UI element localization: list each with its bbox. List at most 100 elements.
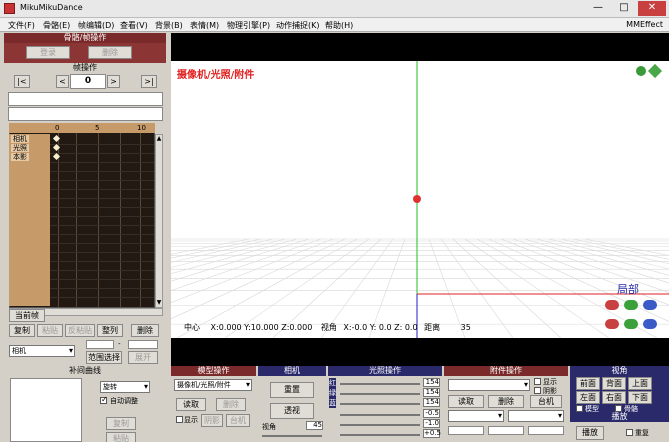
- model-delete-button[interactable]: 删除: [216, 398, 246, 411]
- light-z-slider[interactable]: [340, 434, 420, 436]
- frame-number-input[interactable]: 0: [70, 74, 106, 89]
- view-top-button[interactable]: 上面: [628, 377, 652, 390]
- auto-adjust-checkbox[interactable]: ✓: [100, 395, 108, 404]
- menu-file[interactable]: 文件(F): [8, 20, 35, 31]
- fov-value[interactable]: 45: [306, 421, 323, 430]
- register-button[interactable]: 登录: [26, 46, 70, 59]
- timeline-scrollbar[interactable]: ▲ ▼: [155, 134, 163, 308]
- close-icon[interactable]: ✕: [638, 1, 666, 16]
- green-slider[interactable]: [340, 393, 420, 395]
- light-panel-header: 光照操作: [328, 366, 442, 376]
- accessory-delete-button[interactable]: 删除: [488, 395, 524, 408]
- light-y-value[interactable]: -1.0: [423, 419, 440, 428]
- accessory-table-button[interactable]: 台机: [530, 395, 562, 408]
- accessory-bone-select[interactable]: [508, 410, 564, 422]
- 3d-viewport[interactable]: [171, 61, 669, 338]
- view-model-checkbox[interactable]: [576, 405, 583, 412]
- camera-panel-header: 相机: [258, 366, 326, 376]
- curve-paste-button[interactable]: 粘贴: [106, 432, 136, 442]
- blue-value[interactable]: 154: [423, 398, 440, 407]
- range-select-button[interactable]: 范围选择: [86, 351, 122, 364]
- model-accessory-button[interactable]: 台机: [226, 414, 250, 427]
- range-end-input[interactable]: [128, 340, 158, 349]
- paste-frame-button[interactable]: 粘贴: [37, 324, 63, 337]
- viewport-mode-label: 摄像机/光照/附件: [177, 70, 255, 81]
- fov-slider[interactable]: [262, 435, 322, 437]
- delete-bone-button[interactable]: 删除: [88, 46, 132, 59]
- next-frame-button[interactable]: >: [107, 75, 120, 88]
- bone-name-field[interactable]: [8, 92, 163, 106]
- accessory-target-select[interactable]: [448, 410, 504, 422]
- camera-select[interactable]: 相机: [9, 345, 75, 357]
- menu-physics[interactable]: 物理引擎(P): [227, 20, 270, 31]
- model-display-checkbox[interactable]: [176, 416, 183, 423]
- menu-help[interactable]: 帮助(H): [325, 20, 353, 31]
- red-value[interactable]: 154: [423, 378, 440, 387]
- red-slider[interactable]: [340, 383, 420, 385]
- maximize-icon[interactable]: □: [612, 1, 636, 16]
- menu-motion-capture[interactable]: 动作捕捉(K): [276, 20, 320, 31]
- loop-checkbox[interactable]: [626, 429, 633, 436]
- translate-z-icon[interactable]: [643, 319, 657, 329]
- light-z-value[interactable]: +0.5: [423, 429, 441, 438]
- model-shadow-button[interactable]: 阴影: [201, 414, 223, 427]
- reverse-paste-button[interactable]: 反粘贴: [65, 324, 95, 337]
- interpolation-curve-editor[interactable]: [10, 378, 82, 442]
- curve-panel: 补间曲线 旋转 ✓ 自动调整 复制 粘贴: [4, 366, 166, 442]
- delete-frame-button[interactable]: 删除: [131, 324, 159, 337]
- minimize-icon[interactable]: —: [586, 1, 610, 16]
- frame-info-field[interactable]: [8, 107, 163, 121]
- first-frame-button[interactable]: |<: [14, 75, 30, 88]
- rotate-z-icon[interactable]: [643, 300, 657, 310]
- row-label-light[interactable]: 光照: [11, 144, 29, 152]
- accessory-display-checkbox[interactable]: [534, 378, 541, 385]
- rotate-x-icon[interactable]: [605, 300, 619, 310]
- camera-perspective-button[interactable]: 透视: [270, 403, 314, 419]
- light-x-value[interactable]: -0.5: [423, 409, 440, 418]
- prev-frame-button[interactable]: <: [56, 75, 69, 88]
- translate-y-icon[interactable]: [624, 319, 638, 329]
- menu-frame-edit[interactable]: 帧编辑(D): [78, 20, 114, 31]
- menu-background[interactable]: 背景(B): [155, 20, 183, 31]
- view-left-button[interactable]: 左面: [576, 391, 600, 404]
- row-label-shadow[interactable]: 本影: [11, 153, 29, 161]
- local-mode-label[interactable]: 局部: [617, 281, 639, 297]
- curve-copy-button[interactable]: 复制: [106, 417, 136, 430]
- accessory-shadow-checkbox[interactable]: [534, 387, 541, 394]
- light-y-slider[interactable]: [340, 424, 420, 426]
- view-front-button[interactable]: 前面: [576, 377, 600, 390]
- menu-expression[interactable]: 表情(M): [190, 20, 219, 31]
- range-start-input[interactable]: [86, 340, 114, 349]
- menu-mmeffect[interactable]: MMEffect: [626, 20, 663, 29]
- model-load-button[interactable]: 读取: [176, 398, 206, 411]
- blue-slider[interactable]: [340, 403, 420, 405]
- last-frame-button[interactable]: >|: [141, 75, 157, 88]
- view-bottom-button[interactable]: 下面: [628, 391, 652, 404]
- zoom-icon[interactable]: [636, 66, 646, 76]
- accessory-select[interactable]: [448, 379, 530, 391]
- green-value[interactable]: 154: [423, 388, 440, 397]
- accessory-z-input[interactable]: [528, 426, 564, 435]
- menu-view[interactable]: 查看(V): [120, 20, 148, 31]
- camera-center-icon[interactable]: [413, 195, 421, 203]
- accessory-y-input[interactable]: [488, 426, 524, 435]
- view-right-button[interactable]: 右面: [602, 391, 626, 404]
- translate-x-icon[interactable]: [605, 319, 619, 329]
- expand-button[interactable]: 展开: [128, 351, 158, 364]
- light-x-slider[interactable]: [340, 414, 420, 416]
- copy-frame-button[interactable]: 复制: [9, 324, 35, 337]
- accessory-x-input[interactable]: [448, 426, 484, 435]
- info-center-z: Z:0.000: [281, 323, 313, 332]
- accessory-load-button[interactable]: 读取: [448, 395, 484, 408]
- view-back-button[interactable]: 背面: [602, 377, 626, 390]
- curve-type-select[interactable]: 旋转: [100, 381, 150, 393]
- menu-bone[interactable]: 骨骼(E): [43, 20, 70, 31]
- rotate-y-icon[interactable]: [624, 300, 638, 310]
- camera-reset-button[interactable]: 重置: [270, 382, 314, 398]
- model-select[interactable]: 摄像机/光照/附件: [174, 379, 252, 391]
- current-frame-button[interactable]: 当前帧: [9, 309, 45, 322]
- row-label-camera[interactable]: 相机: [11, 135, 29, 143]
- play-button[interactable]: 播放: [576, 426, 604, 440]
- view-bone-checkbox[interactable]: [615, 405, 622, 412]
- align-button[interactable]: 整列: [97, 324, 123, 337]
